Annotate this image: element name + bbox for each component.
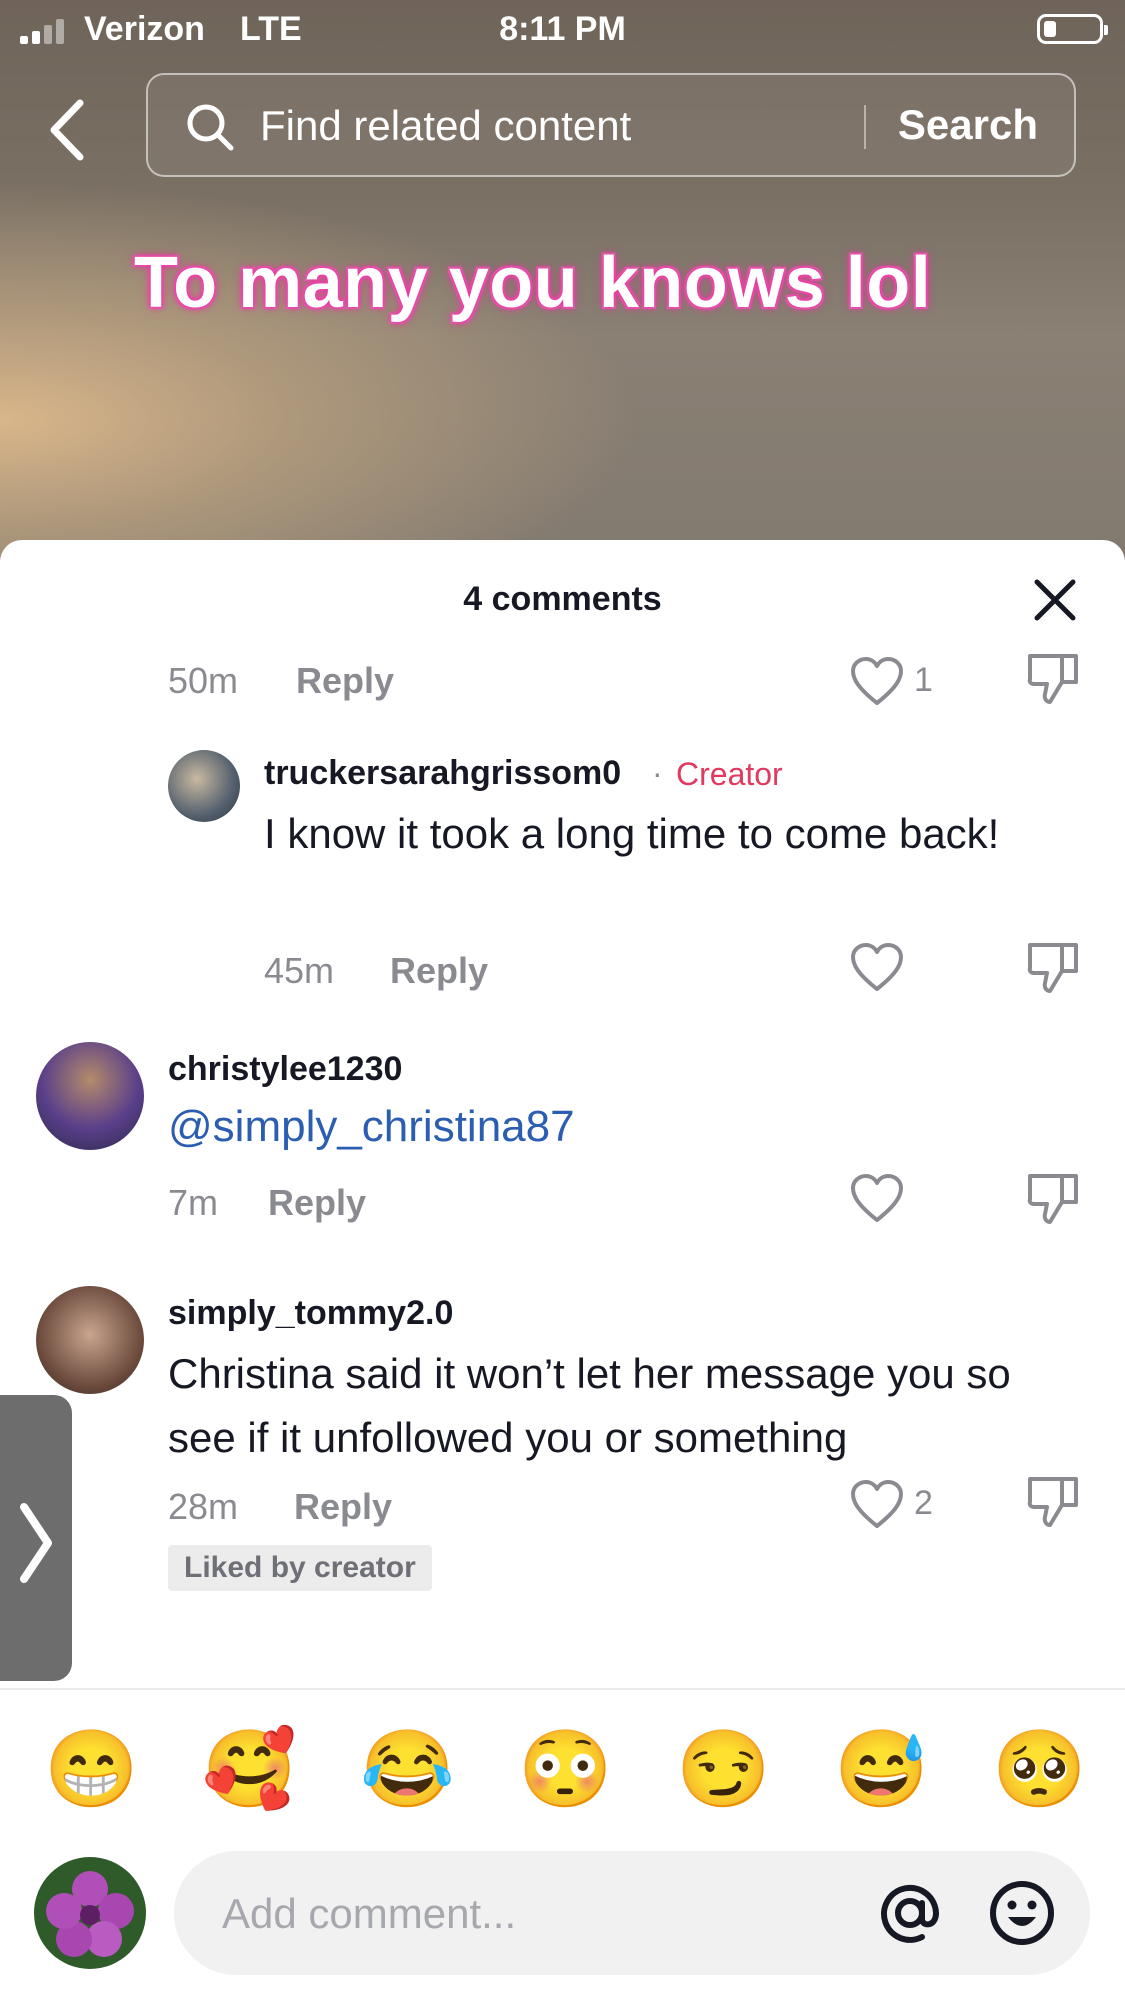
comment-timestamp: 28m <box>168 1486 239 1527</box>
heart-icon[interactable] <box>850 657 904 707</box>
video-caption: To many you knows lol <box>134 243 932 323</box>
comments-count-title: 4 comments <box>463 580 662 618</box>
comment-username[interactable]: christylee1230 <box>168 1050 402 1089</box>
avatar[interactable] <box>36 1286 144 1394</box>
avatar[interactable] <box>36 1042 144 1150</box>
reply-button[interactable]: Reply <box>294 1486 392 1528</box>
mention-link[interactable]: @simply_christina87 <box>168 1102 575 1152</box>
chevron-right-icon <box>20 1503 52 1583</box>
reply-button[interactable]: Reply <box>390 950 488 992</box>
chevron-left-icon <box>50 99 84 161</box>
emoji-quick-bar: 😁 🥰 😂 😳 😏 😅 🥺 <box>0 1725 1125 1815</box>
emoji-button[interactable]: 😏 <box>676 1725 771 1815</box>
divider <box>0 1688 1125 1690</box>
comment-timestamp: 50m <box>168 660 239 701</box>
reply-button[interactable]: Reply <box>296 660 394 702</box>
emoji-button[interactable]: 😁 <box>44 1725 139 1815</box>
smiley-icon[interactable] <box>986 1877 1058 1949</box>
reply-button[interactable]: Reply <box>268 1182 366 1224</box>
emoji-button[interactable]: 🥺 <box>992 1725 1087 1815</box>
emoji-button[interactable]: 😳 <box>518 1725 613 1815</box>
comment-username[interactable]: simply_tommy2.0 <box>168 1294 453 1333</box>
at-icon[interactable] <box>874 1877 946 1949</box>
comment-username[interactable]: truckersarahgrissom0 <box>264 754 621 793</box>
search-divider <box>864 105 866 149</box>
thumbs-down-icon[interactable] <box>1026 1475 1080 1529</box>
avatar[interactable] <box>168 750 240 822</box>
thumbs-down-icon[interactable] <box>1026 1172 1080 1226</box>
clock: 8:11 PM <box>499 10 626 48</box>
thumbs-down-icon[interactable] <box>1026 652 1080 706</box>
side-expand-tab[interactable] <box>0 1395 72 1681</box>
emoji-button[interactable]: 🥰 <box>202 1725 297 1815</box>
liked-by-creator-badge: Liked by creator <box>168 1545 432 1591</box>
comment-composer[interactable] <box>174 1851 1090 1975</box>
like-count: 2 <box>914 1484 933 1522</box>
heart-icon[interactable] <box>850 1480 904 1530</box>
like-count: 1 <box>914 661 933 699</box>
flower-avatar-image <box>34 1857 146 1969</box>
emoji-button[interactable]: 😅 <box>834 1725 929 1815</box>
comment-text: Christina said it won’t let her message … <box>168 1350 1011 1461</box>
back-button[interactable] <box>40 95 100 165</box>
emoji-button[interactable]: 😂 <box>360 1725 455 1815</box>
comment-text: I know it took a long time to come back! <box>264 810 1000 857</box>
creator-badge: Creator <box>676 756 783 792</box>
comment-input[interactable] <box>220 1881 824 1947</box>
comment-timestamp: 7m <box>168 1182 219 1223</box>
heart-icon[interactable] <box>850 943 904 993</box>
close-icon[interactable] <box>1031 576 1079 624</box>
heart-icon[interactable] <box>850 1174 904 1224</box>
separator-dot: · <box>652 755 663 791</box>
battery-icon <box>1037 14 1108 44</box>
thumbs-down-icon[interactable] <box>1026 941 1080 995</box>
status-bar: Verizon LTE 8:11 PM <box>0 0 1125 60</box>
search-icon <box>187 104 234 151</box>
user-avatar[interactable] <box>34 1857 146 1969</box>
comment-timestamp: 45m <box>264 950 335 991</box>
search-button[interactable]: Search <box>898 101 1038 149</box>
search-bar[interactable]: Search <box>146 73 1076 177</box>
search-input[interactable] <box>258 95 982 157</box>
